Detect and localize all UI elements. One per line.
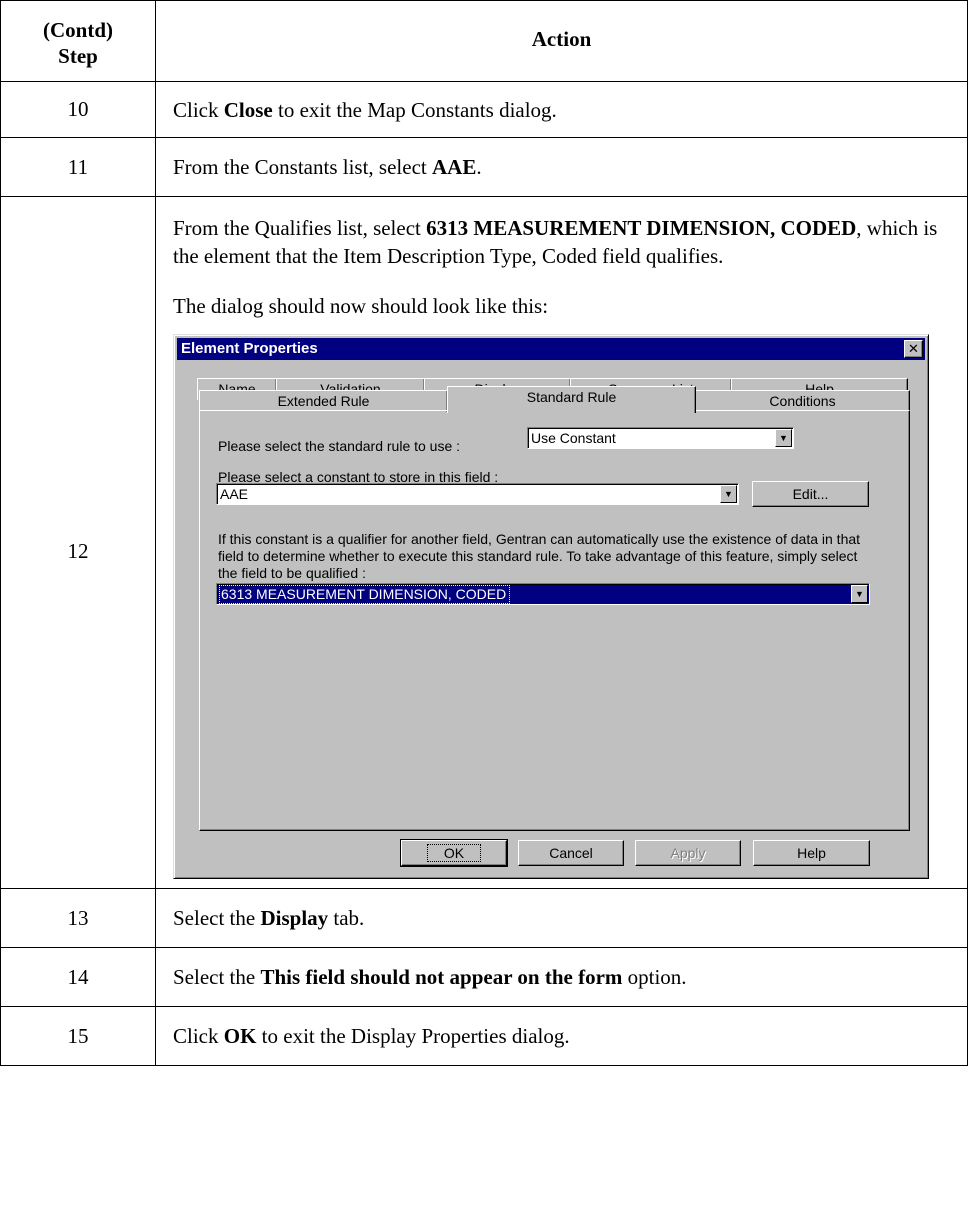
qualified-field-value: 6313 MEASUREMENT DIMENSION, CODED	[218, 585, 511, 604]
action-text-post: to exit the Display Properties dialog.	[256, 1024, 570, 1048]
action-text: From the Constants list, select AAE.	[155, 137, 968, 197]
step-header-line2: Step	[58, 44, 98, 68]
action-column-header: Action	[155, 0, 968, 82]
table-row: 12 From the Qualifies list, select 6313 …	[0, 196, 968, 889]
action-text-pre: Select the	[173, 965, 261, 989]
action-text-bold: Display	[260, 906, 329, 930]
action-text-pre: Click	[173, 97, 224, 122]
step-number: 15	[0, 1006, 156, 1066]
step-number: 10	[0, 81, 156, 138]
action-text-pre: From the Qualifies list, select	[173, 216, 427, 240]
apply-button[interactable]: Apply	[635, 840, 741, 866]
procedure-table: (Contd) Step Action 10 Click Close to ex…	[0, 0, 968, 1066]
cancel-button[interactable]: Cancel	[518, 840, 624, 866]
qualifier-description: If this constant is a qualifier for anot…	[218, 531, 861, 581]
ok-button-label: OK	[426, 844, 482, 862]
table-header-row: (Contd) Step Action	[0, 0, 968, 82]
action-text-post: option.	[622, 965, 687, 989]
action-text: Click OK to exit the Display Properties …	[155, 1006, 968, 1066]
step-number: 11	[0, 137, 156, 197]
rule-select[interactable]: Use Constant ▼	[527, 427, 794, 449]
table-row: 15 Click OK to exit the Display Properti…	[0, 1006, 968, 1066]
constant-select-value: AAE	[220, 486, 249, 502]
chevron-down-icon[interactable]: ▼	[720, 485, 737, 503]
step-number: 13	[0, 888, 156, 948]
dialog-titlebar: Element Properties ✕	[177, 338, 925, 360]
action-paragraph: From the Qualifies list, select 6313 MEA…	[173, 214, 949, 270]
step-number: 14	[0, 947, 156, 1007]
action-text: Select the This field should not appear …	[155, 947, 968, 1007]
edit-button[interactable]: Edit...	[752, 481, 869, 507]
table-row: 11 From the Constants list, select AAE.	[0, 137, 968, 197]
rule-label: Please select the standard rule to use :	[218, 438, 461, 454]
table-row: 10 Click Close to exit the Map Constants…	[0, 81, 968, 138]
step-header-line1: (Contd)	[42, 18, 113, 42]
tab-conditions[interactable]: Conditions	[695, 390, 910, 412]
constant-select[interactable]: AAE ▼	[216, 483, 739, 505]
action-text-bold: OK	[223, 1024, 257, 1048]
action-text: From the Qualifies list, select 6313 MEA…	[155, 196, 968, 889]
action-text-pre: From the Constants list, select	[173, 155, 432, 179]
action-text-bold: AAE	[431, 155, 477, 179]
ok-button[interactable]: OK	[400, 839, 508, 867]
action-text-bold: Close	[223, 97, 273, 122]
action-text-post: to exit the Map Constants dialog.	[272, 97, 557, 122]
action-text-pre: Select the	[173, 906, 261, 930]
step-number: 12	[0, 196, 156, 889]
element-properties-dialog: Element Properties ✕ Name Validation Dis…	[173, 334, 929, 879]
tab-extended-rule[interactable]: Extended Rule	[199, 390, 448, 412]
action-text: Select the Display tab.	[155, 888, 968, 948]
chevron-down-icon[interactable]: ▼	[851, 585, 868, 603]
action-text-pre: Click	[173, 1024, 224, 1048]
dialog-title: Element Properties	[181, 340, 318, 357]
action-text-post: tab.	[328, 906, 365, 930]
qualified-field-select[interactable]: 6313 MEASUREMENT DIMENSION, CODED ▼	[216, 583, 870, 605]
help-button[interactable]: Help	[753, 840, 870, 866]
step-column-header: (Contd) Step	[0, 0, 156, 82]
table-row: 13 Select the Display tab.	[0, 888, 968, 948]
table-row: 14 Select the This field should not appe…	[0, 947, 968, 1007]
action-text-bold: This field should not appear on the form	[260, 965, 623, 989]
chevron-down-icon[interactable]: ▼	[775, 429, 792, 447]
rule-select-value: Use Constant	[531, 430, 616, 446]
close-icon[interactable]: ✕	[904, 340, 923, 358]
action-text-bold: 6313 MEASUREMENT DIMENSION, CODED	[426, 216, 857, 240]
action-text-post: .	[476, 155, 482, 179]
dialog-intro-note: The dialog should now should look like t…	[173, 294, 549, 318]
tab-standard-rule[interactable]: Standard Rule	[447, 386, 696, 413]
action-text: Click Close to exit the Map Constants di…	[155, 81, 968, 138]
